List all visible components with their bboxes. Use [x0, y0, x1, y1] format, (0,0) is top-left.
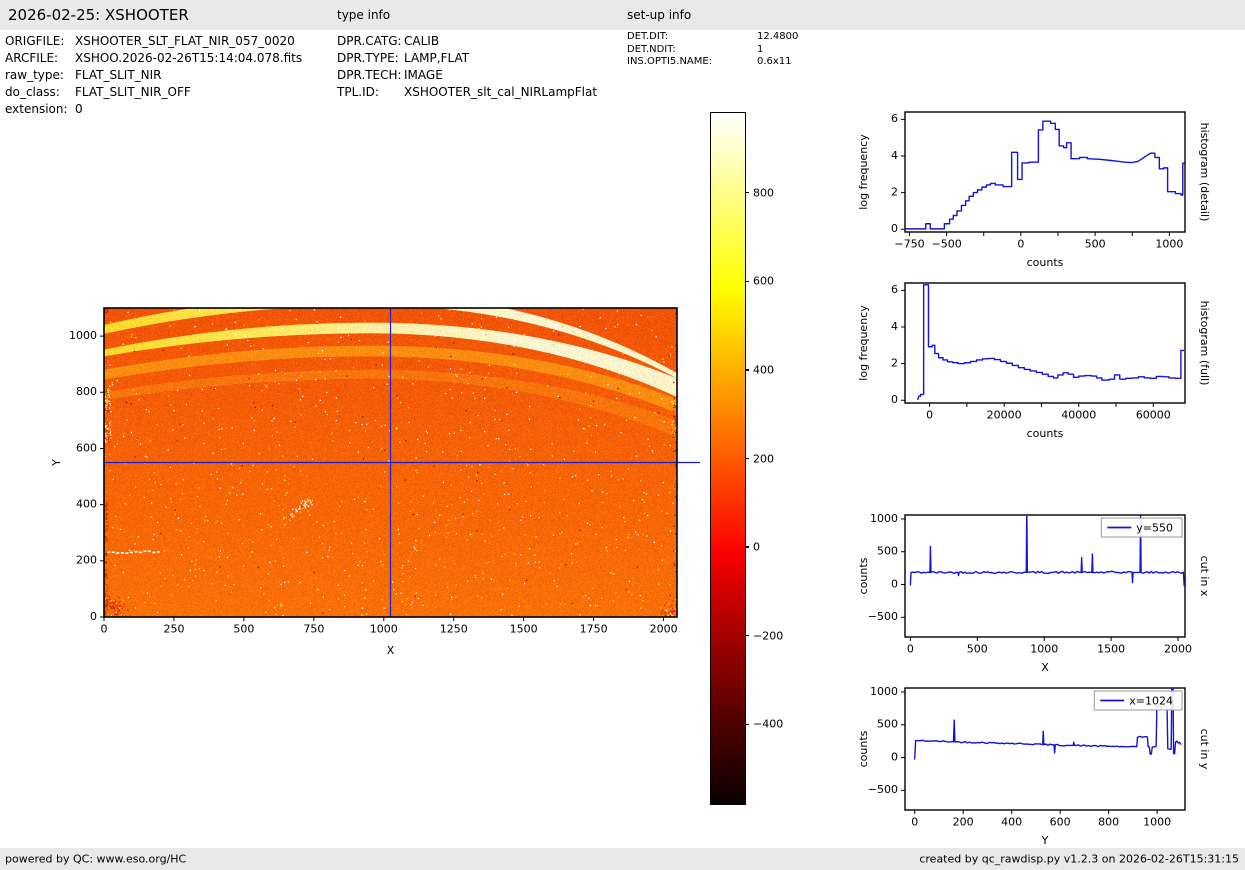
colorbar: 800 600 400 200 0 −200 −400 [710, 112, 783, 805]
metadata-label: INS.OPTI5.NAME: [627, 56, 713, 67]
metadata-value: XSHOO.2026-02-26T15:14:04.078.fits [75, 51, 303, 65]
metadata-row: DET.NDIT: 1 [627, 44, 798, 57]
metadata-value: IMAGE [404, 68, 443, 82]
colorbar-tick [745, 723, 749, 726]
metadata-value: 12.4800 [757, 31, 799, 42]
file-info-block: ORIGFILE: XSHOOTER_SLT_FLAT_NIR_057_0020 … [5, 33, 302, 118]
colorbar-tick-label: 0 [753, 540, 760, 554]
type-info-header: type info [337, 8, 391, 22]
metadata-label: DPR.TECH: [337, 68, 402, 82]
metadata-value: XSHOOTER_SLT_FLAT_NIR_057_0020 [75, 34, 295, 48]
colorbar-tick-label: −400 [753, 717, 784, 731]
page-title: 2026-02-25: XSHOOTER [8, 6, 189, 24]
colorbar-tick-label: 400 [753, 363, 774, 377]
footer-left-text: powered by QC: www.eso.org/HC [5, 852, 187, 866]
metadata-label: DET.DIT: [627, 31, 669, 42]
metadata-label: DPR.CATG: [337, 34, 402, 48]
metadata-value: FLAT_SLIT_NIR [75, 68, 162, 82]
metadata-label: TPL.ID: [337, 85, 379, 99]
metadata-value: 1 [757, 43, 764, 55]
metadata-value: FLAT_SLIT_NIR_OFF [75, 85, 191, 99]
metadata-label: do_class: [5, 85, 60, 99]
metadata-row: ARCFILE: XSHOO.2026-02-26T15:14:04.078.fi… [5, 50, 302, 67]
colorbar-tick-label: −200 [753, 629, 784, 643]
metadata-row: ORIGFILE: XSHOOTER_SLT_FLAT_NIR_057_0020 [5, 33, 302, 50]
metadata-row: INS.OPTI5.NAME: 0.6x11 [627, 56, 798, 69]
metadata-value: XSHOOTER_slt_cal_NIRLampFlat [404, 85, 598, 99]
metadata-value: 0.6x11 [757, 56, 792, 67]
metadata-row: raw_type: FLAT_SLIT_NIR [5, 67, 302, 84]
metadata-value: CALIB [404, 34, 440, 48]
colorbar-tick [745, 280, 749, 283]
footer-right-text: created by qc_rawdisp.py v1.2.3 on 2026-… [919, 852, 1239, 866]
metadata-value: 0 [75, 102, 83, 116]
setup-info-header: set-up info [627, 8, 692, 22]
colorbar-tick [745, 369, 749, 371]
colorbar-tick [745, 546, 749, 548]
metadata-row: DPR.CATG: CALIB [337, 33, 597, 50]
colorbar-tick [745, 634, 749, 637]
metadata-row: extension: 0 [5, 101, 302, 118]
metadata-label: extension: [5, 102, 68, 116]
cut-in-x-canvas [850, 503, 1245, 688]
histogram-detail-canvas [850, 100, 1245, 285]
metadata-value: LAMP,FLAT [404, 51, 470, 65]
metadata-label: ARCFILE: [5, 51, 59, 65]
metadata-label: DET.NDIT: [627, 43, 676, 55]
colorbar-tick [745, 191, 749, 194]
metadata-row: DPR.TECH: IMAGE [337, 67, 597, 84]
metadata-row: DPR.TYPE: LAMP,FLAT [337, 50, 597, 67]
setup-info-block: DET.DIT: 12.4800 DET.NDIT: 1 INS.OPTI5.NAM… [627, 31, 798, 69]
qc-rawdisp-page: 2026-02-25: XSHOOTER type info set-up in… [0, 0, 1245, 870]
header-bar: 2026-02-25: XSHOOTER type info set-up in… [0, 0, 1245, 30]
metadata-row: do_class: FLAT_SLIT_NIR_OFF [5, 84, 302, 101]
metadata-row: TPL.ID: XSHOOTER_slt_cal_NIRLampFlat [337, 84, 597, 101]
footer-bar: powered by QC: www.eso.org/HC created by… [0, 848, 1245, 870]
histogram-full-canvas [850, 271, 1245, 456]
colorbar-tick-label: 800 [753, 186, 774, 200]
colorbar-tick-label: 200 [753, 452, 774, 465]
detector-image-canvas [40, 290, 730, 675]
metadata-label: ORIGFILE: [5, 34, 65, 48]
colorbar-tick [745, 457, 749, 460]
metadata-row: DET.DIT: 12.4800 [627, 31, 798, 44]
type-info-block: DPR.CATG: CALIB DPR.TYPE: LAMP,FLAT DPR.TE… [337, 33, 597, 101]
cut-in-y-canvas [850, 676, 1245, 861]
metadata-label: raw_type: [5, 68, 64, 82]
metadata-label: DPR.TYPE: [337, 51, 399, 65]
colorbar-tick-label: 600 [753, 274, 774, 288]
